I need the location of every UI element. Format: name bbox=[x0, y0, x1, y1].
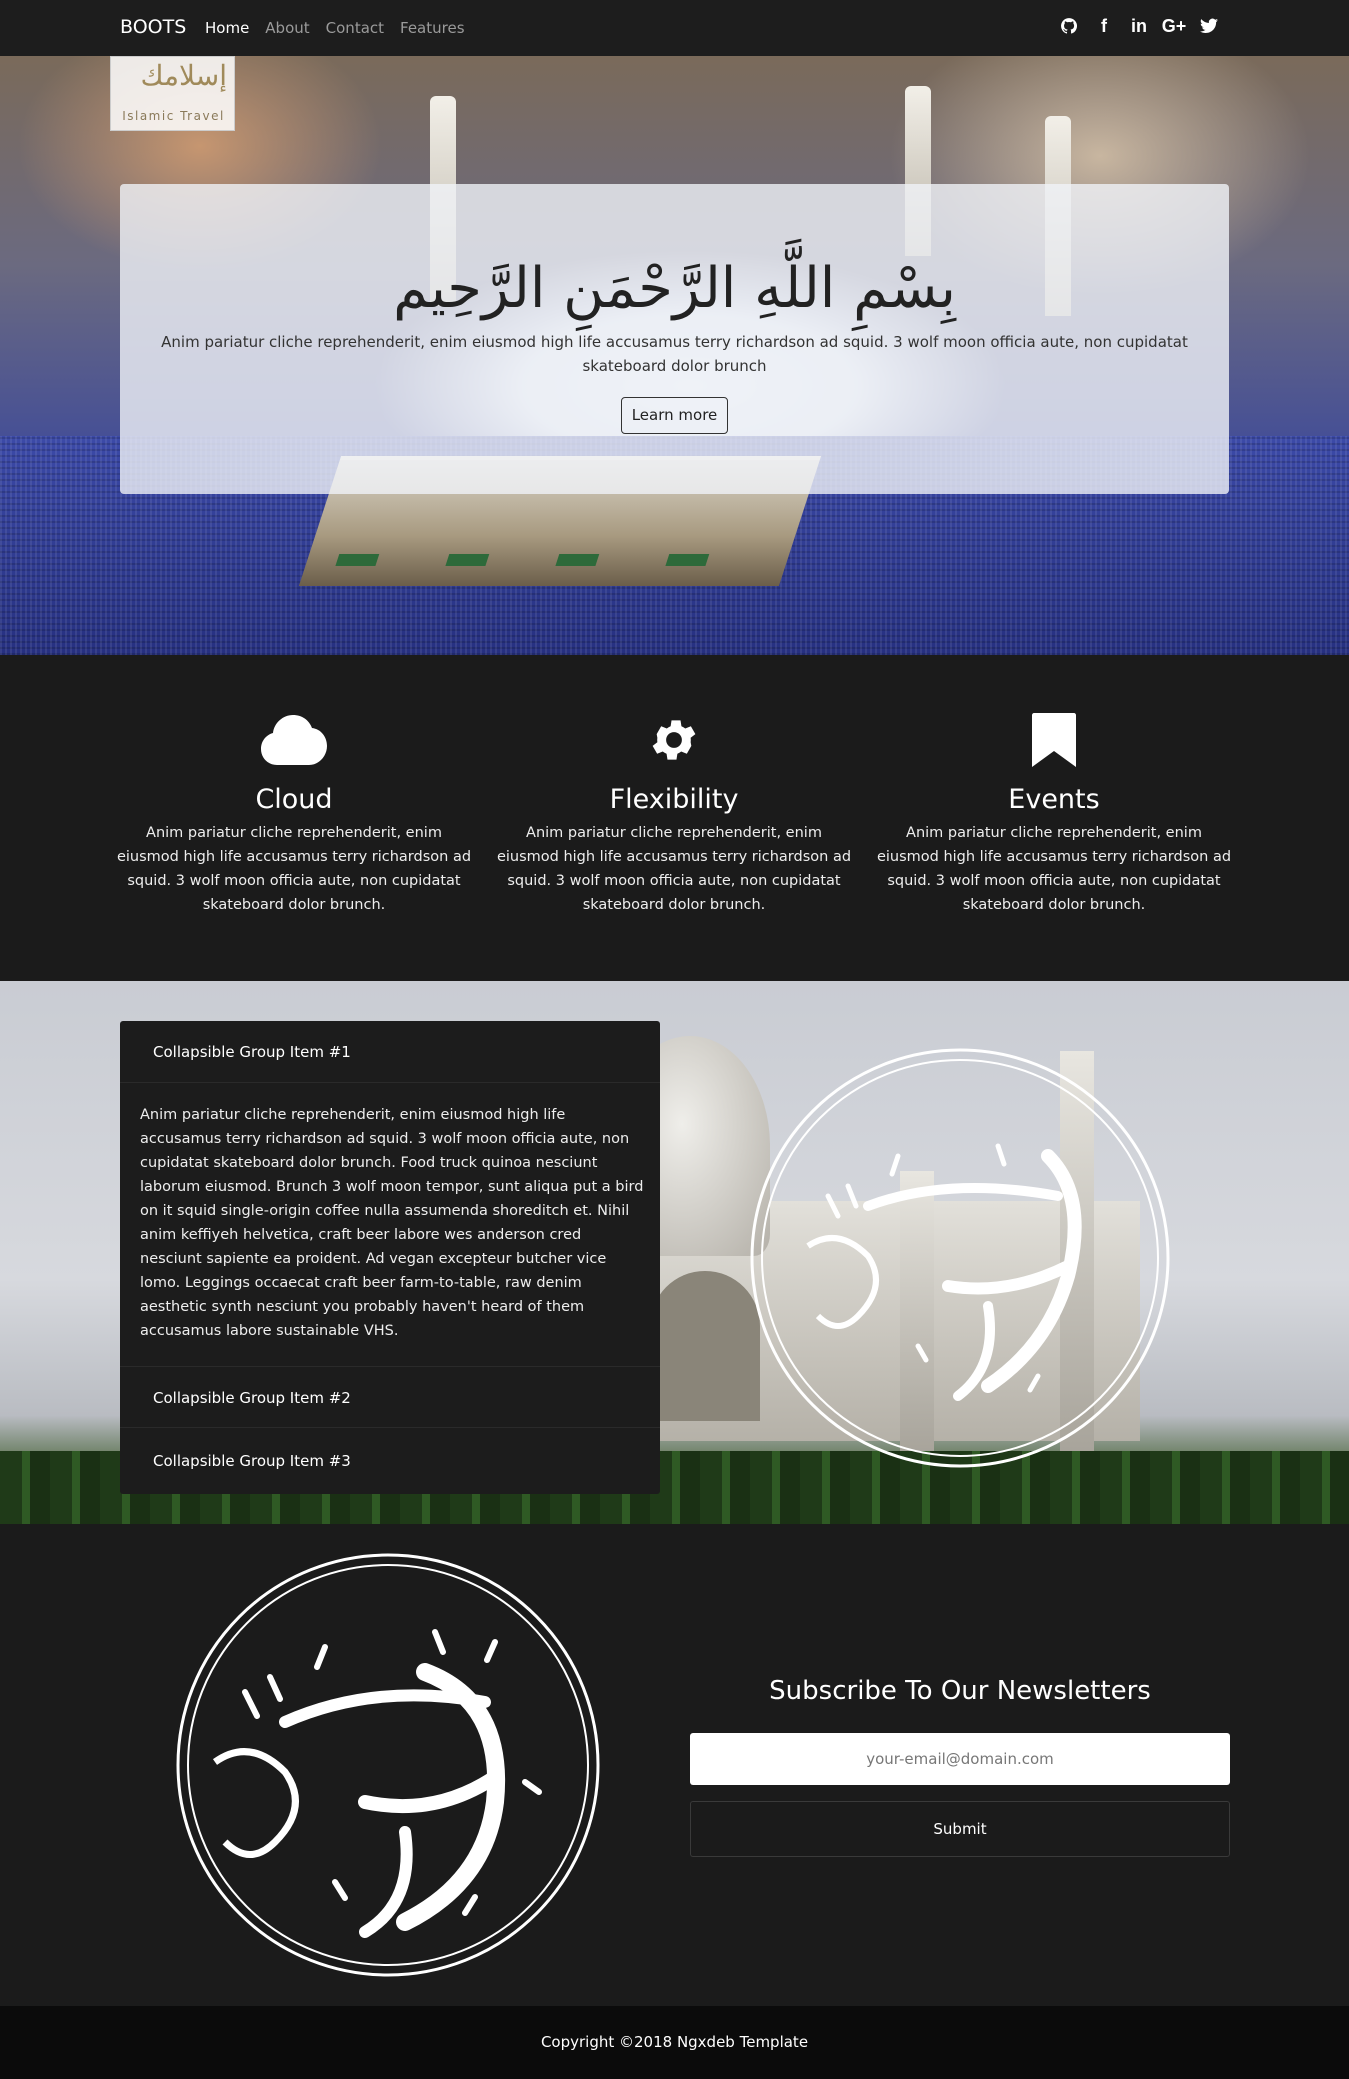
calligraphy-seal-icon bbox=[748, 1046, 1172, 1470]
learn-more-button[interactable]: Learn more bbox=[621, 397, 728, 434]
accordion-item-2-header[interactable]: Collapsible Group Item #2 bbox=[120, 1366, 660, 1428]
hero-jumbotron: بِسْمِ اللَّهِ الرَّحْمَنِ الرَّحِيم Ani… bbox=[120, 184, 1229, 494]
accordion-section: Collapsible Group Item #1 Anim pariatur … bbox=[0, 981, 1349, 1524]
accordion-item-1-header[interactable]: Collapsible Group Item #1 bbox=[120, 1021, 660, 1083]
logo-arabic: إسلامك bbox=[140, 59, 227, 92]
footer: Copyright ©2018 Ngxdeb Template bbox=[0, 2006, 1349, 2079]
twitter-icon[interactable] bbox=[1198, 15, 1220, 37]
hero-section: إسلامك Islamic Travel بِسْمِ اللَّهِ الر… bbox=[0, 56, 1349, 655]
feature-title: Events bbox=[1008, 784, 1100, 815]
feature-cloud: Cloud Anim pariatur cliche reprehenderit… bbox=[114, 710, 474, 917]
email-field[interactable] bbox=[690, 1733, 1230, 1785]
bookmark-icon bbox=[874, 710, 1234, 770]
linkedin-icon[interactable]: in bbox=[1128, 15, 1150, 37]
feature-events: Events Anim pariatur cliche reprehenderi… bbox=[874, 710, 1234, 917]
accordion-item-3-header[interactable]: Collapsible Group Item #3 bbox=[120, 1430, 660, 1492]
brand[interactable]: BOOTS bbox=[120, 16, 186, 38]
hero-text: Anim pariatur cliche reprehenderit, enim… bbox=[161, 333, 1188, 375]
nav-about[interactable]: About bbox=[265, 19, 309, 37]
google-plus-icon[interactable]: G+ bbox=[1162, 15, 1187, 37]
feature-text: Anim pariatur cliche reprehenderit, enim… bbox=[496, 825, 852, 913]
newsletter-title: Subscribe To Our Newsletters bbox=[769, 1676, 1151, 1706]
feature-title: Flexibility bbox=[609, 784, 739, 815]
calligraphy-seal-icon bbox=[175, 1552, 601, 1978]
newsletter-section: Subscribe To Our Newsletters Submit bbox=[0, 1524, 1349, 2006]
nav-contact[interactable]: Contact bbox=[326, 19, 384, 37]
accordion: Collapsible Group Item #1 Anim pariatur … bbox=[120, 1021, 660, 1494]
cloud-icon bbox=[114, 710, 474, 770]
nav-features[interactable]: Features bbox=[400, 19, 465, 37]
feature-flexibility: Flexibility Anim pariatur cliche reprehe… bbox=[494, 710, 854, 917]
facebook-icon[interactable]: f bbox=[1093, 15, 1115, 37]
feature-title: Cloud bbox=[255, 784, 333, 815]
logo[interactable]: إسلامك Islamic Travel bbox=[110, 56, 235, 131]
taj-arch bbox=[650, 1271, 760, 1421]
nav-links: Home About Contact Features bbox=[205, 19, 465, 37]
features-section: Cloud Anim pariatur cliche reprehenderit… bbox=[0, 655, 1349, 981]
feature-text: Anim pariatur cliche reprehenderit, enim… bbox=[876, 825, 1232, 913]
logo-text: Islamic Travel bbox=[122, 109, 225, 123]
social-links: f in G+ bbox=[1058, 15, 1220, 37]
hero-heading: بِسْمِ اللَّهِ الرَّحْمَنِ الرَّحِيم bbox=[393, 256, 956, 321]
gear-icon bbox=[494, 710, 854, 770]
submit-button[interactable]: Submit bbox=[690, 1801, 1230, 1857]
navbar: BOOTS Home About Contact Features f in G… bbox=[0, 0, 1349, 56]
copyright: Copyright ©2018 Ngxdeb Template bbox=[540, 2033, 809, 2051]
nav-home[interactable]: Home bbox=[205, 19, 249, 37]
feature-text: Anim pariatur cliche reprehenderit, enim… bbox=[116, 825, 472, 913]
github-icon[interactable] bbox=[1058, 15, 1080, 37]
accordion-item-1-body: Anim pariatur cliche reprehenderit, enim… bbox=[140, 1107, 644, 1339]
